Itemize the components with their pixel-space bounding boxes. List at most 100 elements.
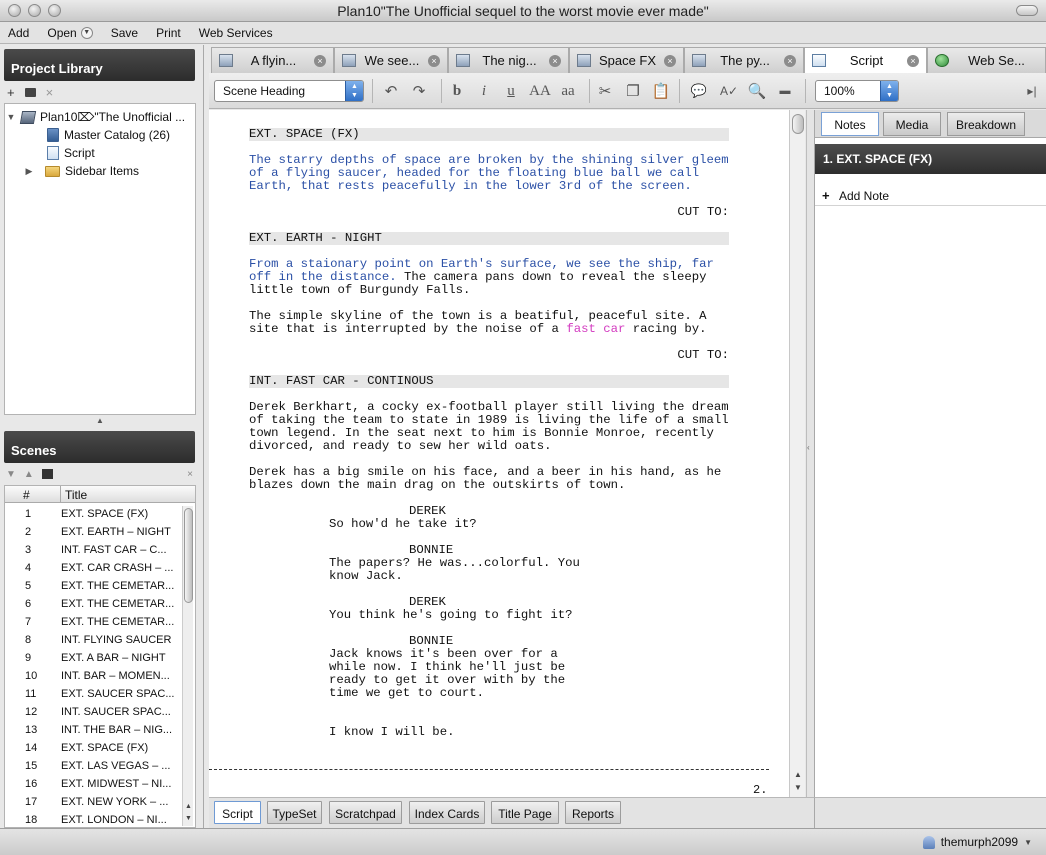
transition[interactable]: CUT TO:	[249, 349, 729, 362]
user-menu[interactable]: themurph2099 ▼	[922, 835, 1032, 849]
table-row[interactable]: 16 EXT. MIDWEST – NI...	[5, 775, 183, 793]
print-button[interactable]: Print	[156, 26, 181, 40]
open-button[interactable]: Open ▼	[47, 26, 93, 40]
table-row[interactable]: 11 EXT. SAUCER SPAC...	[5, 685, 183, 703]
tab-reports[interactable]: Reports	[565, 801, 621, 824]
delete-icon[interactable]: ×	[46, 85, 54, 100]
character-name[interactable]: DEREK	[249, 505, 729, 518]
dialogue[interactable]: I know I will be.	[249, 726, 609, 739]
scenes-scrollbar[interactable]: ▲ ▼	[182, 506, 193, 826]
table-row[interactable]: 6 EXT. THE CEMETAR...	[5, 595, 183, 613]
table-row[interactable]: 7 EXT. THE CEMETAR...	[5, 613, 183, 631]
table-row[interactable]: 10 INT. BAR – MOMEN...	[5, 667, 183, 685]
chevron-down-icon[interactable]: ▼	[80, 26, 93, 39]
document-tab[interactable]: Space FX ×	[569, 47, 684, 73]
table-row[interactable]: 3 INT. FAST CAR – C...	[5, 541, 183, 559]
notes-balloon-icon[interactable]: 💬	[687, 81, 711, 101]
scene-heading[interactable]: EXT. EARTH - NIGHT	[249, 232, 729, 245]
copy-icon[interactable]: ❐	[622, 81, 644, 101]
action-paragraph[interactable]: Derek has a big smile on his face, and a…	[249, 466, 729, 492]
dialogue[interactable]: The papers? He was...colorful. You know …	[249, 557, 609, 583]
action-paragraph[interactable]: From a staionary point on Earth's surfac…	[249, 258, 729, 297]
scroll-up-arrow-icon[interactable]: ▲	[790, 770, 806, 779]
panel-toggle-icon[interactable]: ▸|	[1023, 81, 1041, 101]
pane-divider[interactable]: ‹	[806, 110, 814, 797]
table-row[interactable]: 1 EXT. SPACE (FX)	[5, 505, 183, 523]
lowercase-button[interactable]: aa	[556, 81, 580, 101]
tagged-element[interactable]: fast car	[566, 322, 625, 336]
sort-up-icon[interactable]: ▲	[24, 469, 34, 480]
action-paragraph[interactable]: The simple skyline of the town is a beat…	[249, 310, 729, 336]
tab-typeset[interactable]: TypeSet	[267, 801, 322, 824]
close-tab-icon[interactable]: ×	[784, 54, 796, 67]
close-icon[interactable]: ×	[187, 469, 193, 480]
bold-button[interactable]: b	[447, 81, 467, 101]
table-row[interactable]: 15 EXT. LAS VEGAS – ...	[5, 757, 183, 775]
table-row[interactable]: 18 EXT. LONDON – NI...	[5, 811, 183, 827]
folder-icon[interactable]	[24, 87, 36, 97]
element-style-select[interactable]: Scene Heading ▲ ▼	[214, 80, 364, 102]
script-page[interactable]: EXT. SPACE (FX) The starry depths of spa…	[249, 128, 729, 752]
scroll-down-arrow-icon[interactable]: ▼	[183, 815, 194, 822]
table-row[interactable]: 14 EXT. SPACE (FX)	[5, 739, 183, 757]
save-button[interactable]: Save	[111, 26, 138, 40]
column-header-number[interactable]: #	[5, 486, 61, 502]
table-row[interactable]: 4 EXT. CAR CRASH – ...	[5, 559, 183, 577]
script-editor[interactable]: EXT. SPACE (FX) The starry depths of spa…	[209, 110, 789, 797]
action-paragraph[interactable]: The starry depths of space are broken by…	[249, 154, 729, 193]
table-row[interactable]: 12 INT. SAUCER SPAC...	[5, 703, 183, 721]
table-row[interactable]: 17 EXT. NEW YORK – ...	[5, 793, 183, 811]
close-tab-icon[interactable]: ×	[907, 54, 919, 67]
uppercase-button[interactable]: AA	[525, 81, 555, 101]
dialogue[interactable]: You think he's going to fight it?	[249, 609, 609, 622]
toolbar-toggle-button[interactable]	[1016, 5, 1038, 16]
action-paragraph[interactable]: Derek Berkhart, a cocky ex-football play…	[249, 401, 729, 453]
tree-item-sidebar-items[interactable]: ▶ Sidebar Items	[5, 162, 195, 180]
underline-button[interactable]: u	[501, 81, 521, 101]
magnifier-icon[interactable]: 🔍	[747, 81, 767, 101]
add-note-button[interactable]: + Add Note	[815, 186, 1046, 206]
tree-item-project[interactable]: ▼ Plan10⌦"The Unofficial ...	[5, 108, 195, 126]
sort-down-icon[interactable]: ▼	[6, 469, 16, 480]
table-row[interactable]: 9 EXT. A BAR – NIGHT	[5, 649, 183, 667]
document-tab[interactable]: A flyin... ×	[211, 47, 334, 73]
scene-options-icon[interactable]	[41, 469, 53, 479]
add-button[interactable]: Add	[8, 26, 29, 40]
scene-heading[interactable]: EXT. SPACE (FX)	[249, 128, 729, 141]
tab-notes[interactable]: Notes	[821, 112, 879, 136]
close-tab-icon[interactable]: ×	[428, 54, 440, 67]
keyboard-icon[interactable]: ▬	[775, 81, 795, 101]
column-header-title[interactable]: Title	[61, 486, 91, 502]
add-icon[interactable]: +	[7, 85, 15, 100]
scroll-up-arrow-icon[interactable]: ▲	[183, 803, 194, 810]
dialogue[interactable]: So how'd he take it?	[249, 518, 609, 531]
document-tab[interactable]: Web Se...	[927, 47, 1046, 73]
table-row[interactable]: 5 EXT. THE CEMETAR...	[5, 577, 183, 595]
library-splitter[interactable]: ▲	[4, 416, 196, 428]
tab-breakdown[interactable]: Breakdown	[947, 112, 1025, 136]
dialogue[interactable]: Jack knows it's been over for a while no…	[249, 648, 589, 700]
italic-button[interactable]: i	[474, 81, 494, 101]
table-row[interactable]: 8 INT. FLYING SAUCER	[5, 631, 183, 649]
disclosure-closed-icon[interactable]: ▶	[23, 166, 35, 177]
table-row[interactable]: 2 EXT. EARTH – NIGHT	[5, 523, 183, 541]
transition[interactable]: CUT TO:	[249, 206, 729, 219]
web-services-button[interactable]: Web Services	[199, 26, 273, 40]
disclosure-open-icon[interactable]: ▼	[5, 112, 17, 122]
paste-icon[interactable]: 📋	[650, 81, 672, 101]
document-tab[interactable]: Script ×	[804, 47, 927, 73]
tab-index-cards[interactable]: Index Cards	[409, 801, 485, 824]
scissors-icon[interactable]: ✂	[594, 81, 616, 101]
close-tab-icon[interactable]: ×	[549, 54, 561, 67]
script-scrollbar[interactable]: ▲ ▼	[789, 110, 805, 797]
undo-icon[interactable]: ↶	[381, 81, 401, 101]
spellcheck-icon[interactable]: A✓	[718, 81, 740, 101]
zoom-select[interactable]: 100% ▲ ▼	[815, 80, 899, 102]
scroll-down-arrow-icon[interactable]: ▼	[790, 783, 806, 792]
tab-title-page[interactable]: Title Page	[491, 801, 559, 824]
tree-item-script[interactable]: Script	[5, 144, 195, 162]
close-tab-icon[interactable]: ×	[314, 54, 326, 67]
document-tab[interactable]: The nig... ×	[448, 47, 569, 73]
scrollbar-thumb[interactable]	[184, 508, 193, 603]
tab-media[interactable]: Media	[883, 112, 941, 136]
